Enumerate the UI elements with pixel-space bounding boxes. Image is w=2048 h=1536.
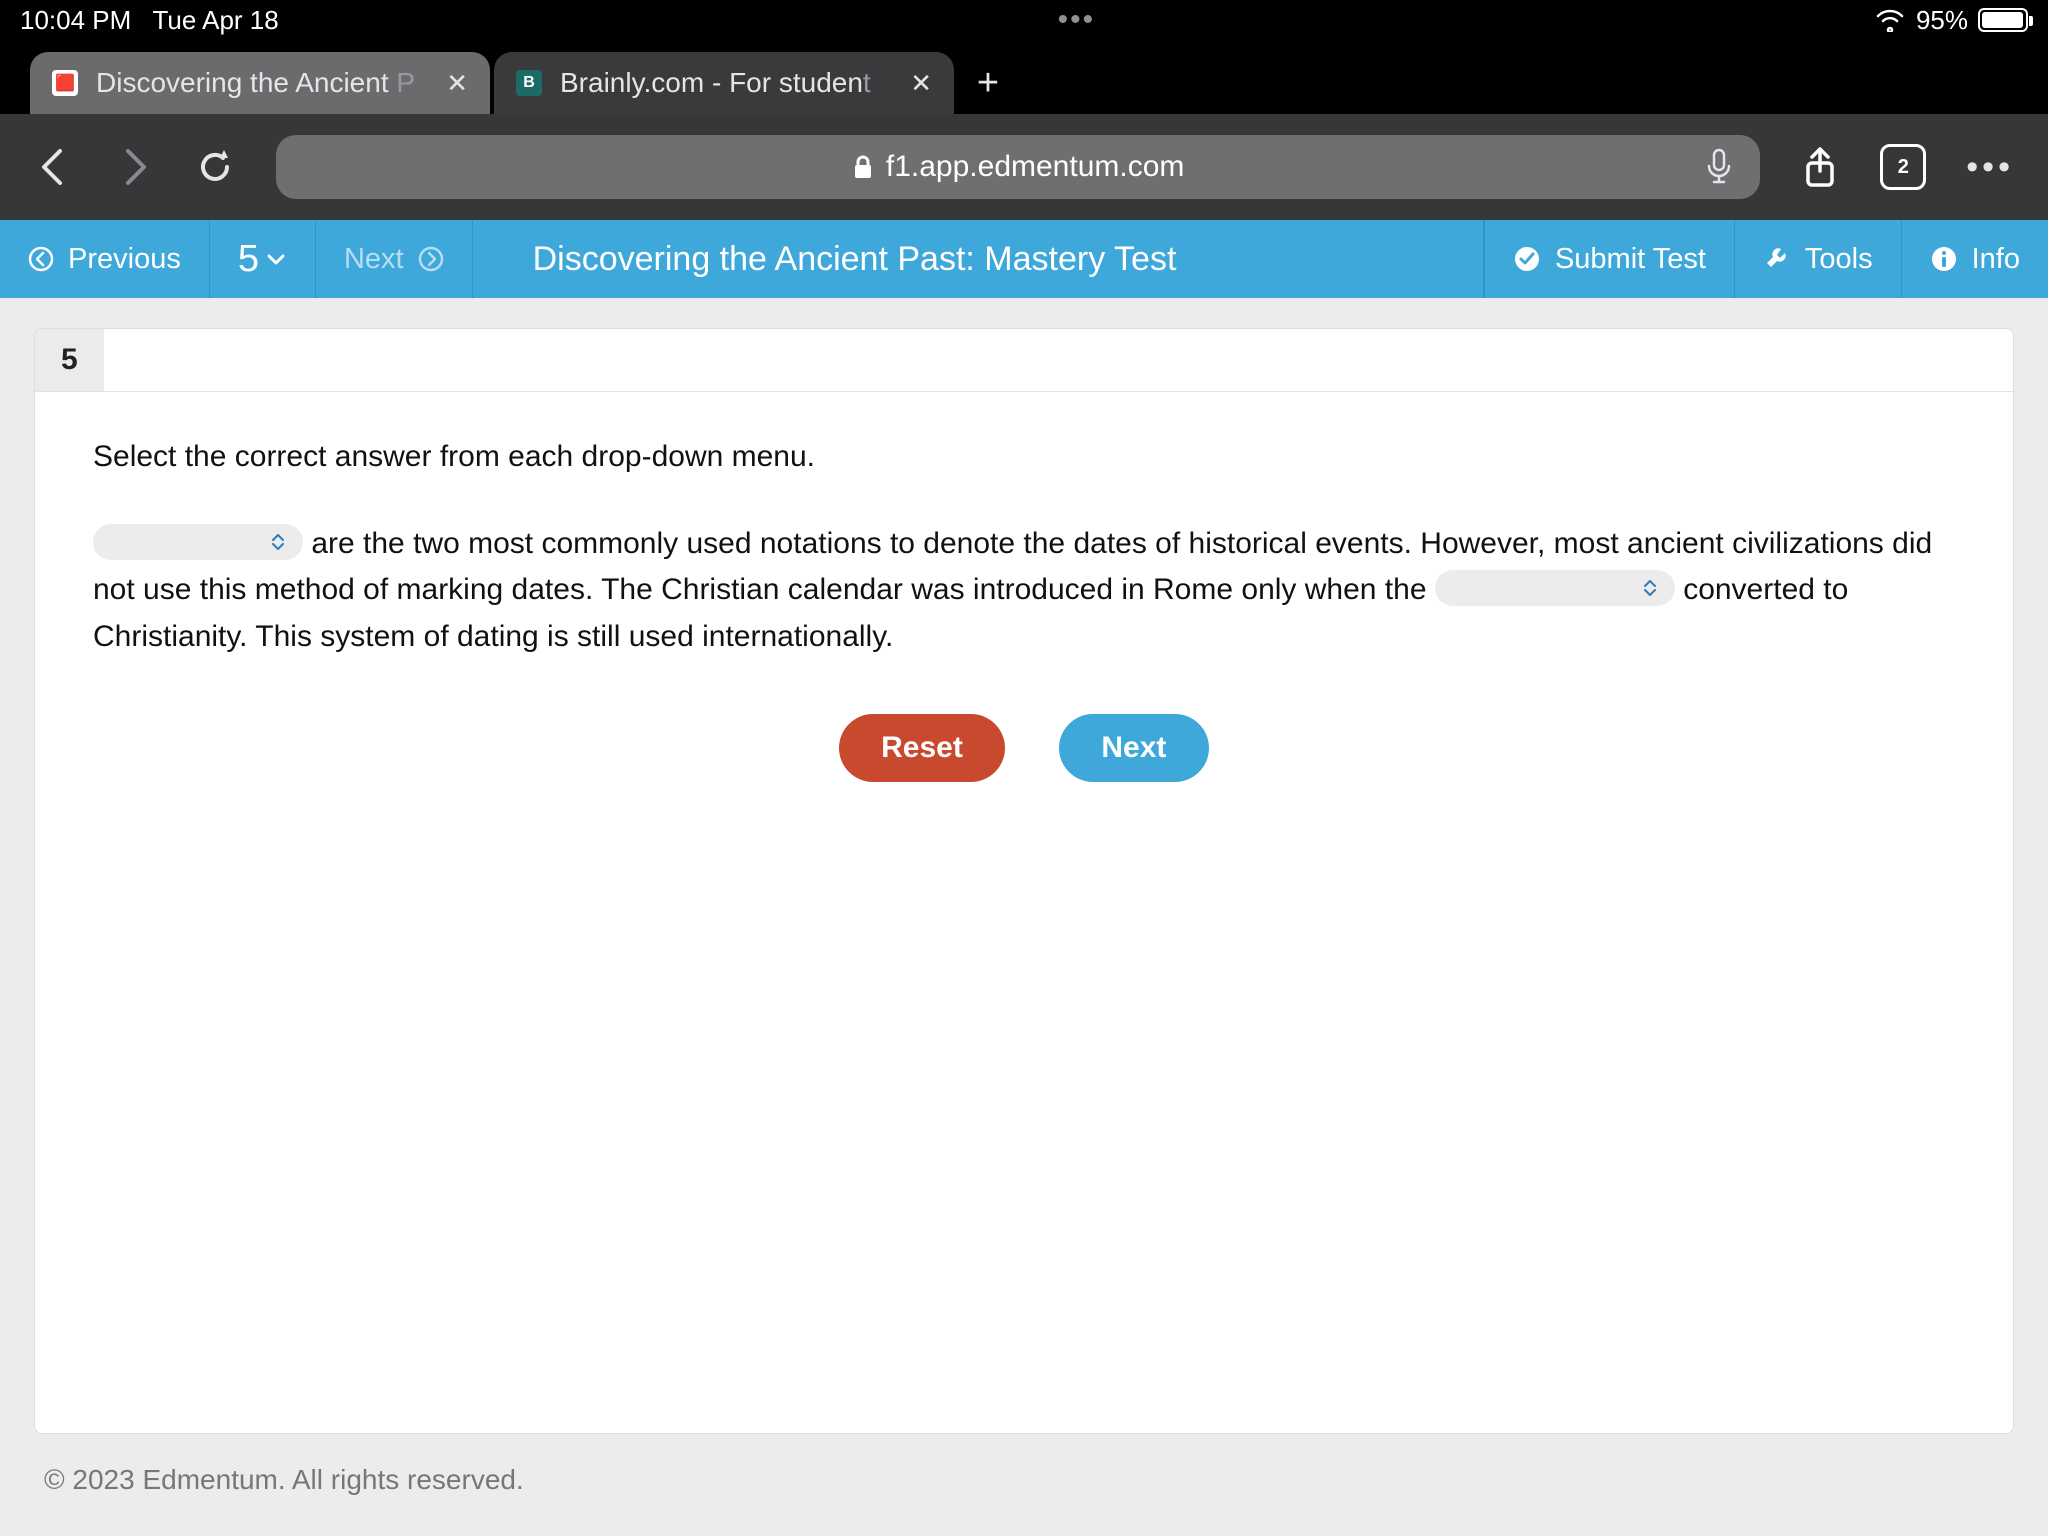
wrench-icon [1763,245,1791,273]
check-circle-icon [1513,245,1541,273]
assessment-nav: Previous 5 Next Discovering the Ancient … [0,220,2048,298]
wifi-icon [1874,8,1906,32]
lock-icon [852,154,874,180]
tab-title: Discovering the Ancient [96,67,389,98]
battery-pct: 95% [1916,5,1968,36]
previous-button[interactable]: Previous [0,220,210,298]
forward-button[interactable] [114,147,154,187]
info-button[interactable]: Info [1901,220,2048,298]
copyright-footer: © 2023 Edmentum. All rights reserved. [34,1434,2014,1536]
question-number: 5 [238,238,259,281]
url-bar[interactable]: f1.app.edmentum.com [276,135,1760,199]
tab-title: Brainly.com - For studen [560,67,863,98]
tab-title-fade: t [863,67,871,98]
dropdown-converter[interactable] [1435,570,1675,606]
previous-label: Previous [68,243,181,276]
next-label: Next [344,243,404,276]
tabs-overview-button[interactable]: 2 [1880,144,1926,190]
status-date: Tue Apr 18 [153,5,279,35]
page-body: 5 Select the correct answer from each dr… [0,298,2048,1536]
dropdown-handle-icon [267,531,289,553]
close-icon[interactable]: ✕ [446,68,468,99]
more-menu-button[interactable]: ••• [1966,148,2014,187]
close-icon[interactable]: ✕ [910,68,932,99]
info-label: Info [1972,243,2020,276]
share-button[interactable] [1800,145,1840,189]
question-header: 5 [35,329,2013,392]
multitask-dots-icon[interactable]: ••• [279,3,1874,37]
question-instruction: Select the correct answer from each drop… [93,434,1955,481]
reload-button[interactable] [194,146,236,188]
dropdown-handle-icon [1639,577,1661,599]
battery-icon [1978,8,2028,32]
ios-status-bar: 10:04 PM Tue Apr 18 ••• 95% [0,0,2048,40]
favicon-edmentum-icon: 🟥 [52,70,78,96]
tabs-count-label: 2 [1898,156,1909,179]
tools-label: Tools [1805,243,1873,276]
next-nav-button: Next [316,220,473,298]
tab-title-fade: P [389,67,415,98]
assessment-title: Discovering the Ancient Past: Mastery Te… [473,220,1484,298]
favicon-brainly-icon: B [516,70,542,96]
question-number-badge: 5 [35,329,104,391]
question-card: 5 Select the correct answer from each dr… [34,328,2014,1434]
back-button[interactable] [34,147,74,187]
submit-test-button[interactable]: Submit Test [1484,220,1734,298]
tools-button[interactable]: Tools [1734,220,1901,298]
reset-button[interactable]: Reset [839,714,1005,782]
tab-brainly[interactable]: B Brainly.com - For student ✕ [494,52,954,114]
new-tab-button[interactable]: + [958,52,1018,114]
chevron-down-icon [265,248,287,270]
question-selector[interactable]: 5 [210,220,316,298]
mic-icon[interactable] [1704,148,1734,186]
browser-toolbar: f1.app.edmentum.com 2 ••• [0,114,2048,220]
question-paragraph: are the two most commonly used notations… [93,521,1955,661]
status-time: 10:04 PM [20,5,131,35]
submit-label: Submit Test [1555,243,1706,276]
next-button[interactable]: Next [1059,714,1209,782]
url-host: f1.app.edmentum.com [886,150,1185,184]
tab-edmentum[interactable]: 🟥 Discovering the Ancient P ✕ [30,52,490,114]
info-icon [1930,245,1958,273]
dropdown-notations[interactable] [93,524,303,560]
browser-tabstrip: 🟥 Discovering the Ancient P ✕ B Brainly.… [0,40,2048,114]
status-time-date: 10:04 PM Tue Apr 18 [20,5,279,36]
